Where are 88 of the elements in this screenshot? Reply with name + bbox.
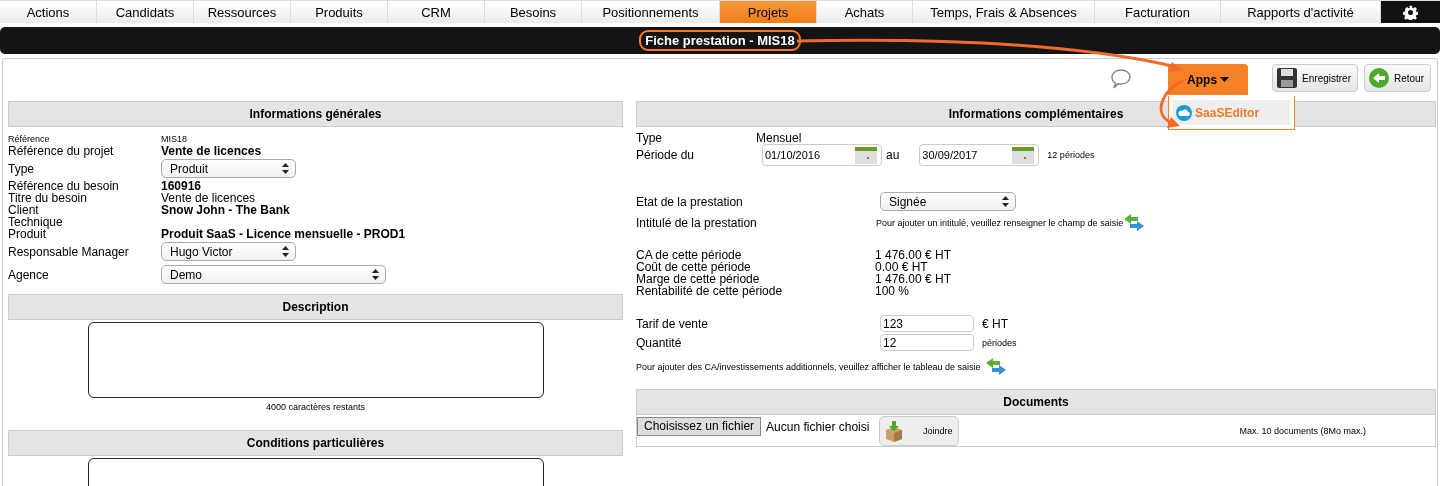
field-label: Client	[8, 204, 40, 216]
field-label: Technique	[8, 216, 64, 228]
field-value: Produit SaaS - Licence mensuelle - PROD1	[161, 228, 407, 240]
floppy-icon	[1276, 67, 1299, 89]
date-field[interactable]: 01/10/2016	[762, 144, 882, 166]
field-value: Snow John - The Bank	[161, 204, 291, 216]
field-value: 1 476.00 € HT	[875, 273, 952, 285]
caret-icon	[282, 246, 289, 257]
caret-icon	[1220, 77, 1230, 82]
field-label: Type	[8, 162, 35, 175]
unit-label: périodes	[982, 336, 1017, 349]
section-header: Description	[8, 294, 623, 320]
file-status: Aucun fichier choisi	[766, 419, 870, 434]
nav-tab[interactable]: Actions	[0, 1, 96, 23]
nav-tab[interactable]: Ressources	[194, 1, 290, 23]
caret-icon	[282, 163, 289, 174]
field-value: Vente de licences	[161, 192, 257, 204]
box-icon	[884, 419, 905, 442]
cloud-icon	[1176, 104, 1193, 121]
unit-label: € HT	[982, 317, 1008, 330]
field-label: au	[886, 149, 900, 161]
field-value: Mensuel	[756, 132, 802, 144]
field-label: Produit	[8, 228, 47, 240]
field-label: Quantité	[636, 336, 683, 349]
nav-tab[interactable]: Besoins	[485, 1, 581, 23]
hint-text: Pour ajouter un intitulé, veuillez renseigner le champ de saisie	[876, 217, 1124, 229]
price-input[interactable]: 123	[880, 315, 974, 332]
field-value: MIS18	[161, 133, 188, 145]
nav-tab[interactable]: Projets	[720, 1, 816, 23]
section-header: Informations générales	[8, 101, 623, 127]
nav-tab[interactable]: Candidats	[97, 1, 193, 23]
field-label: Etat de la prestation	[636, 195, 744, 208]
field-label: Intitulé de la prestation	[636, 217, 758, 229]
field-label: Période du	[636, 149, 696, 161]
field-label: Marge de cette période	[636, 273, 760, 285]
field-label: Rentabilité de cette période	[636, 285, 784, 297]
nav-tab[interactable]: Positionnements	[582, 1, 719, 23]
back-button[interactable]: Retour	[1364, 64, 1431, 92]
save-button[interactable]: Enregistrer	[1272, 64, 1358, 92]
nav-tab[interactable]: Produits	[291, 1, 387, 23]
caret-icon	[372, 269, 379, 280]
page-title: Fiche prestation - MIS18	[639, 30, 801, 51]
swap-arrows-icon[interactable]	[1123, 213, 1146, 233]
field-label: Tarif de vente	[636, 317, 710, 330]
select-field[interactable]: Hugo Victor	[161, 242, 296, 261]
nav-tab[interactable]: CRM	[388, 1, 484, 23]
field-label: Agence	[8, 268, 50, 281]
conditions-textarea[interactable]	[87, 458, 544, 486]
document-limit: Max. 10 documents (8Mo max.)	[1239, 425, 1366, 436]
field-value: 0.00 € HT	[875, 261, 928, 273]
select-field[interactable]: Produit	[161, 159, 296, 178]
field-label: Coût de cette période	[636, 261, 752, 273]
nav-tab[interactable]: Temps, Frais & Absences	[913, 1, 1094, 23]
field-value: 160916	[161, 180, 203, 192]
nav-tab[interactable]: Rapports d'activité	[1221, 1, 1380, 23]
caret-icon	[1002, 196, 1009, 207]
field-label: Référence du projet	[8, 145, 115, 157]
field-label: Référence du besoin	[8, 180, 120, 192]
field-label: Responsable Manager	[8, 245, 130, 258]
speech-bubble-icon[interactable]	[1110, 68, 1133, 90]
field-value: Vente de licences	[161, 145, 263, 157]
calendar-icon[interactable]	[855, 146, 877, 164]
calendar-icon[interactable]	[1012, 146, 1035, 164]
attach-button[interactable]: Joindre	[879, 415, 960, 446]
section-header: Documents	[636, 389, 1436, 415]
nav-tab[interactable]: Facturation	[1095, 1, 1220, 23]
swap-arrows-icon[interactable]	[984, 357, 1007, 377]
field-label: Titre du besoin	[8, 192, 88, 204]
hint-text: Pour ajouter des CA/investissements additionnels, veuillez afficher le tableau de saisie	[636, 362, 981, 372]
apps-menu-button[interactable]: Apps	[1168, 64, 1249, 95]
settings-icon	[1403, 4, 1418, 20]
field-label: Type	[636, 132, 663, 144]
period-count: 12 périodes	[1047, 149, 1095, 161]
quantity-input[interactable]: 12	[880, 334, 974, 351]
select-field[interactable]: Signée	[880, 192, 1016, 211]
date-field[interactable]: 30/09/2017	[919, 144, 1040, 166]
field-value: 1 476.00 € HT	[875, 249, 952, 261]
character-counter: 4000 caractères restants	[264, 402, 367, 412]
description-textarea[interactable]	[87, 322, 544, 398]
nav-tab[interactable]: Achats	[817, 1, 912, 23]
choose-file-button[interactable]: Choisissez un fichier	[637, 417, 762, 436]
settings-tab[interactable]	[1381, 1, 1440, 23]
section-header: Conditions particulières	[8, 430, 623, 456]
annotation-arrow	[1159, 78, 1185, 128]
select-field[interactable]: Demo	[161, 265, 386, 284]
field-value: 100 %	[875, 285, 910, 297]
field-label: Référence	[8, 133, 51, 145]
field-label: CA de cette période	[636, 249, 742, 261]
